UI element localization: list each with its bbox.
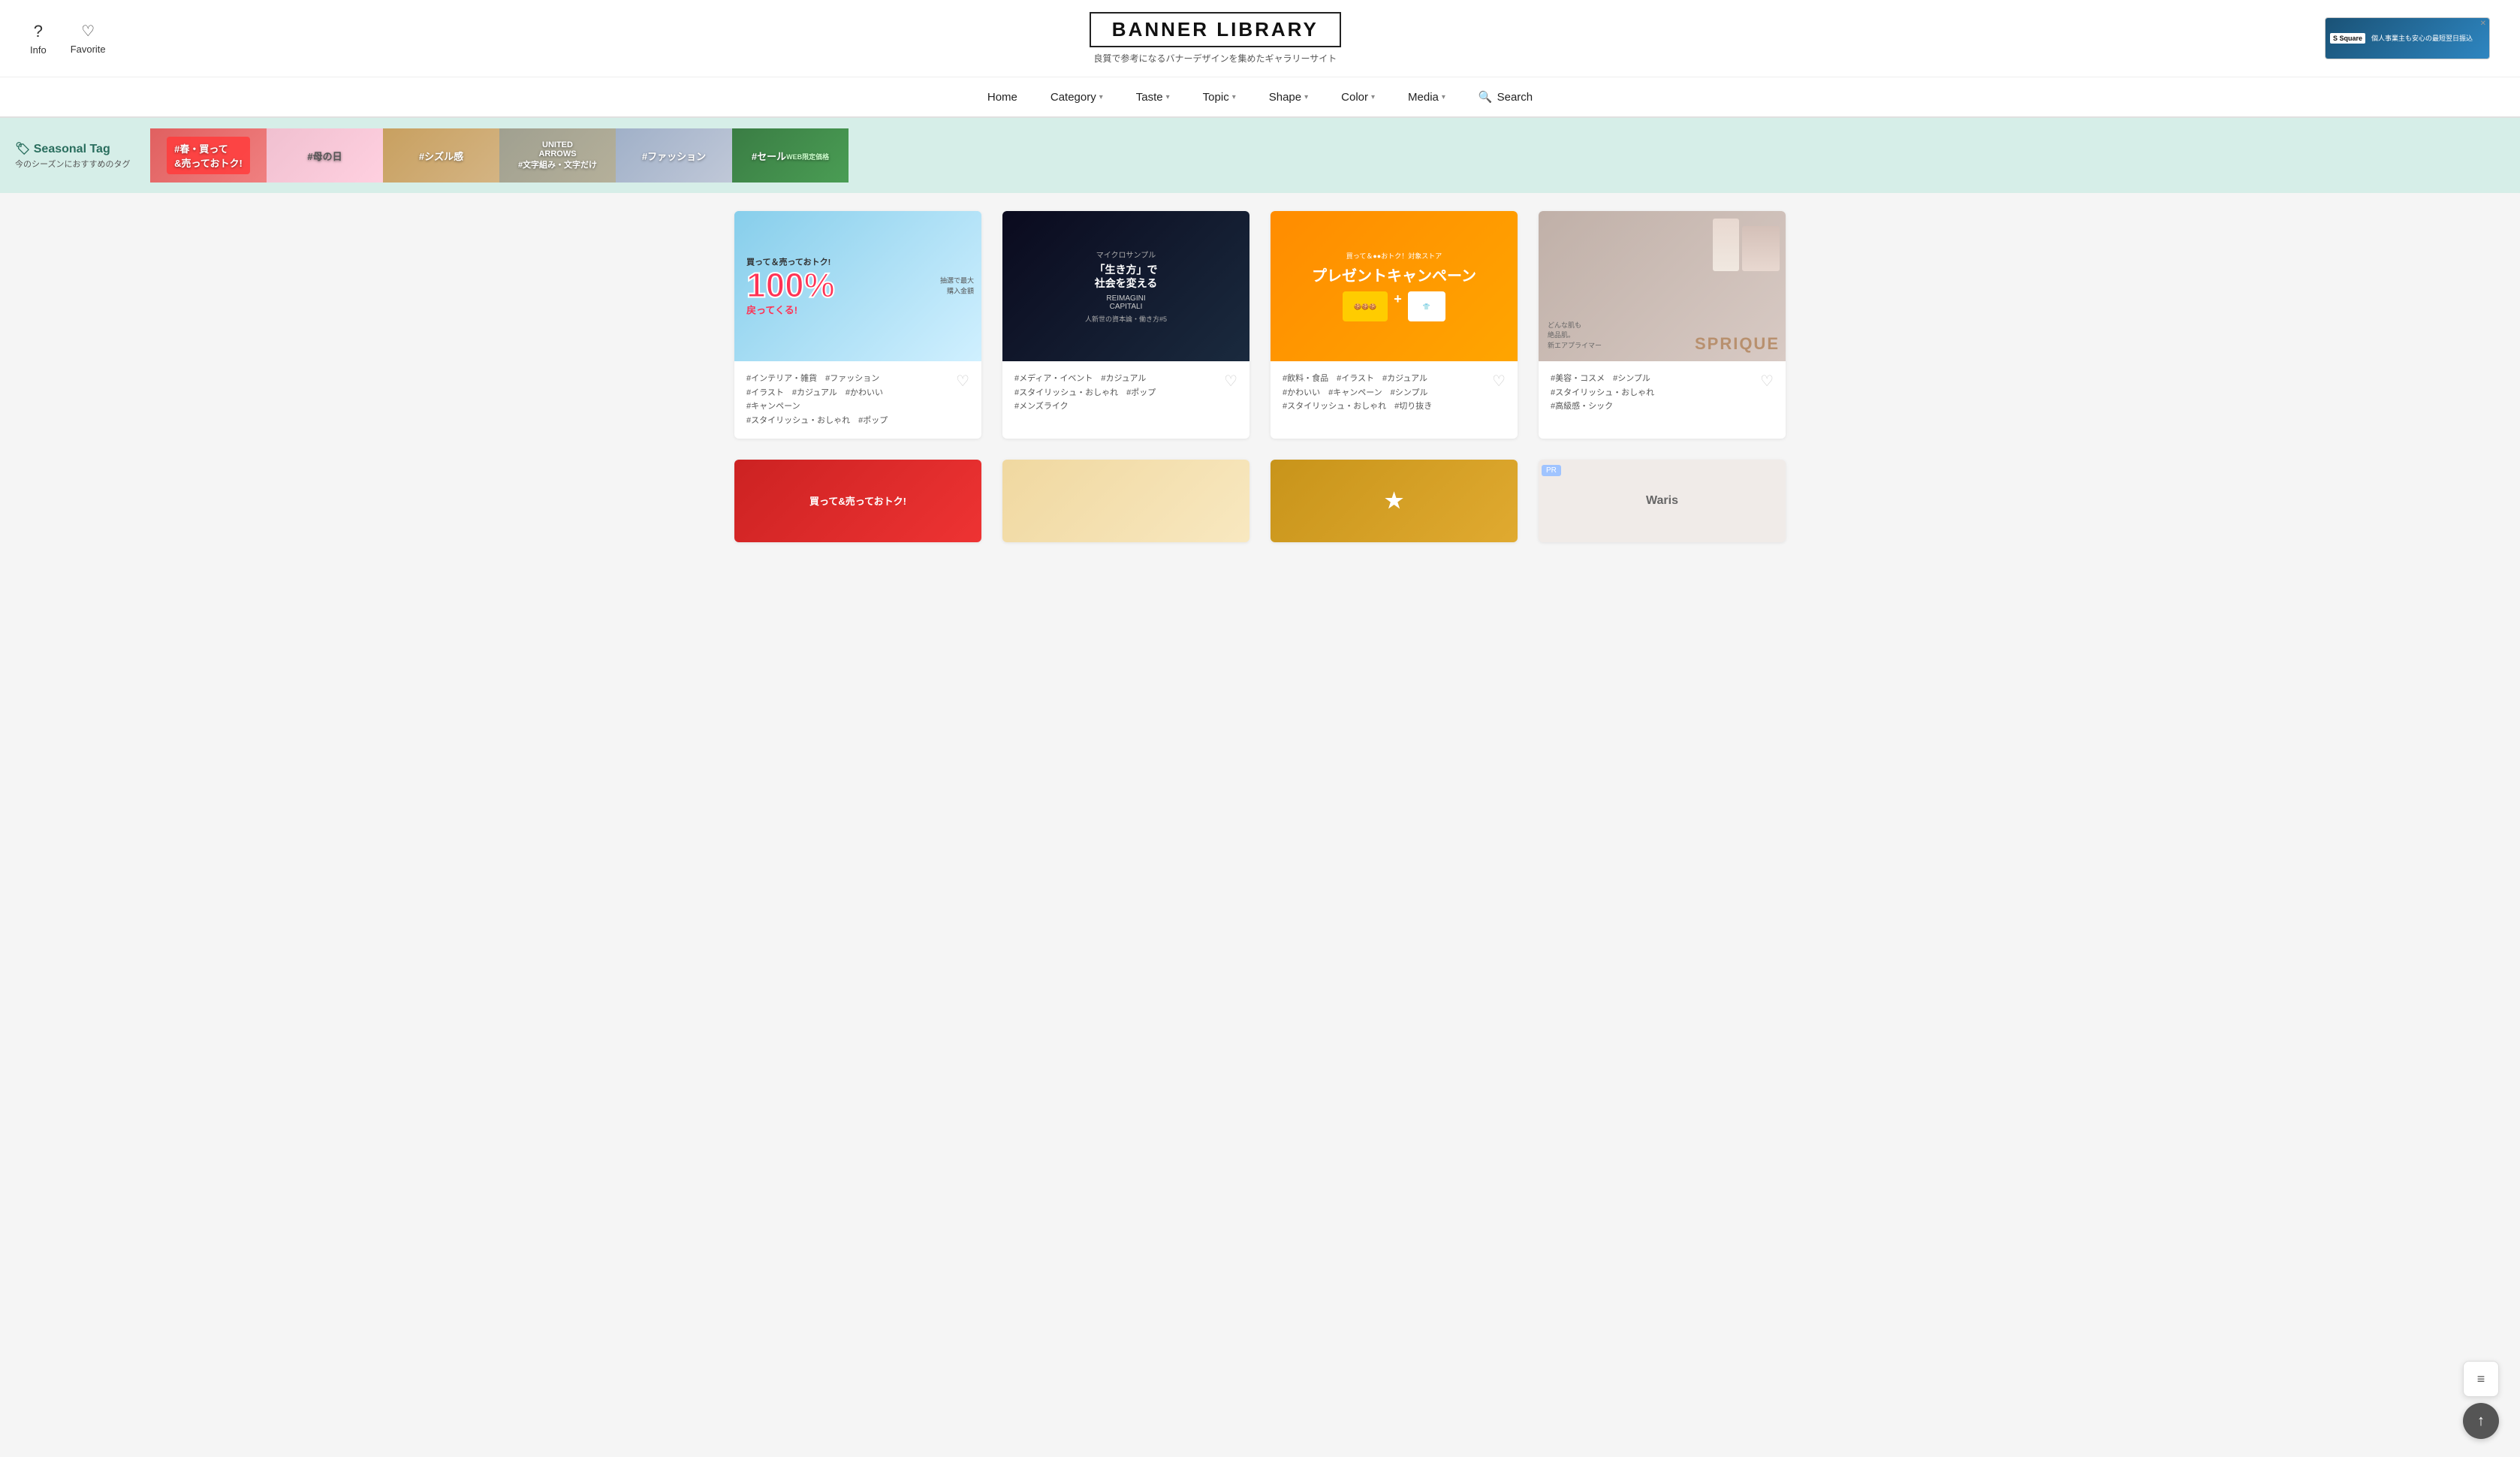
nav-home-label: Home [987, 91, 1017, 104]
nav-home[interactable]: Home [971, 77, 1034, 117]
card-2-body: #メディア・イベント #カジュアル #スタイリッシュ・おしゃれ #ポップ #メン… [1002, 361, 1249, 424]
chevron-down-icon: ▾ [1232, 93, 1236, 101]
info-icon: ? [34, 22, 43, 41]
card-2-tags: #メディア・イベント #カジュアル #スタイリッシュ・おしゃれ #ポップ #メン… [1014, 372, 1218, 414]
card-1-body: #インテリア・雑貨 #ファッション #イラスト #カジュアル #かわいい #キャ… [734, 361, 981, 439]
partial-card-2[interactable] [1002, 460, 1249, 542]
card-4-favorite[interactable]: ♡ [1760, 372, 1774, 391]
main-content: 買って＆売っておトク! 100% 戻ってくる! 抽選で最大購入金額 #インテリア… [0, 193, 2520, 560]
header: ? Info ♡ Favorite BANNER LIBRARY 良質で参考にな… [0, 0, 2520, 77]
favorite-label: Favorite [71, 44, 106, 55]
nav-category-label: Category [1051, 91, 1096, 104]
seasonal-subtitle: 今のシーズンにおすすめのタグ [15, 158, 135, 170]
logo[interactable]: BANNER LIBRARY [1090, 12, 1341, 47]
card-4-image[interactable]: どんな肌も絶品肌。新エアプライマー SPRIQUE [1539, 211, 1786, 361]
header-right: S Square 個人事業主も安心の最短翌日振込 ✕ [2325, 17, 2490, 59]
ad-text: 個人事業主も安心の最短翌日振込 [2371, 34, 2473, 44]
seasonal-tag-2-label: #母の日 [267, 128, 383, 183]
card-2-favorite[interactable]: ♡ [1224, 372, 1237, 391]
ad-banner-inner: S Square 個人事業主も安心の最短翌日振込 [2326, 18, 2489, 59]
card-1-image[interactable]: 買って＆売っておトク! 100% 戻ってくる! 抽選で最大購入金額 [734, 211, 981, 361]
seasonal-tag-4[interactable]: UNITEDARROWS#文字組み・文字だけ [499, 128, 616, 183]
card-3: 買って＆●●おトク！対象ストア プレゼントキャンペーン 🍪🍪🍪 + 👕 #飲料・… [1271, 211, 1518, 439]
seasonal-title: 🏷 Seasonal Tag [15, 141, 135, 156]
card-3-favorite[interactable]: ♡ [1492, 372, 1506, 391]
nav-color-label: Color [1341, 91, 1368, 104]
nav-shape[interactable]: Shape ▾ [1252, 77, 1325, 117]
fab-menu-button[interactable]: ≡ [2463, 1361, 2499, 1397]
partial-card-1[interactable]: 買って&売っておトク! [734, 460, 981, 542]
nav-topic[interactable]: Topic ▾ [1186, 77, 1252, 117]
nav-media[interactable]: Media ▾ [1391, 77, 1462, 117]
seasonal-label: 🏷 Seasonal Tag 今のシーズンにおすすめのタグ [0, 141, 150, 170]
hamburger-icon: ≡ [2477, 1371, 2485, 1387]
card-1: 買って＆売っておトク! 100% 戻ってくる! 抽選で最大購入金額 #インテリア… [734, 211, 981, 439]
info-button[interactable]: ? Info [30, 22, 47, 56]
seasonal-tag-1-label: #春・買って&売っておトク! [150, 128, 267, 183]
seasonal-tag-2[interactable]: #母の日 [267, 128, 383, 183]
partial-card-4[interactable]: PR Waris [1539, 460, 1786, 542]
seasonal-tag-3[interactable]: #シズル感 [383, 128, 499, 183]
card-grid-partial: 買って&売っておトク! ★ PR Waris [734, 460, 1786, 542]
card-grid: 買って＆売っておトク! 100% 戻ってくる! 抽選で最大購入金額 #インテリア… [734, 211, 1786, 439]
tag-items: #春・買って&売っておトク! #母の日 #シズル感 UNITEDARROWS#文… [150, 128, 2520, 183]
ad-banner[interactable]: S Square 個人事業主も安心の最短翌日振込 ✕ [2325, 17, 2490, 59]
seasonal-tag-5-label: #ファッション [616, 128, 732, 183]
seasonal-tag-5[interactable]: #ファッション [616, 128, 732, 183]
seasonal-tag-3-label: #シズル感 [383, 128, 499, 183]
chevron-down-icon: ▾ [1166, 93, 1170, 101]
search-label: Search [1497, 91, 1533, 104]
card-4-tags: #美容・コスメ #シンプル #スタイリッシュ・おしゃれ #高級感・シック [1551, 372, 1754, 414]
card-1-tags: #インテリア・雑貨 #ファッション #イラスト #カジュアル #かわいい #キャ… [746, 372, 950, 428]
nav-shape-label: Shape [1269, 91, 1301, 104]
pr-badge: PR [1542, 463, 1561, 476]
seasonal-bar: 🏷 Seasonal Tag 今のシーズンにおすすめのタグ #春・買って&売って… [0, 118, 2520, 193]
favorite-button[interactable]: ♡ Favorite [71, 22, 106, 55]
square-logo: S Square [2330, 33, 2365, 44]
ad-close-icon[interactable]: ✕ [2480, 20, 2486, 28]
chevron-down-icon: ▾ [1099, 93, 1103, 101]
navbar: Home Category ▾ Taste ▾ Topic ▾ Shape ▾ … [0, 77, 2520, 118]
card-2: マイクロサンプル 「生き方」で社会を変える REIMAGINICAPITALI … [1002, 211, 1249, 439]
chevron-down-icon: ▾ [1442, 93, 1445, 101]
info-label: Info [30, 44, 47, 56]
header-center: BANNER LIBRARY 良質で参考になるバナーデザインを集めたギャラリーサ… [106, 12, 2325, 65]
seasonal-tag-6[interactable]: #セール WEB限定価格 [732, 128, 849, 183]
card-4: どんな肌も絶品肌。新エアプライマー SPRIQUE #美容・コスメ #シンプル … [1539, 211, 1786, 439]
chevron-down-icon: ▾ [1371, 93, 1375, 101]
chevron-down-icon: ▾ [1304, 93, 1308, 101]
card-1-favorite[interactable]: ♡ [956, 372, 969, 391]
search-icon: 🔍 [1479, 90, 1493, 104]
heart-icon: ♡ [81, 22, 95, 41]
logo-subtitle: 良質で参考になるバナーデザインを集めたギャラリーサイト [106, 52, 2325, 65]
search-button[interactable]: 🔍 Search [1462, 90, 1549, 104]
card-4-body: #美容・コスメ #シンプル #スタイリッシュ・おしゃれ #高級感・シック ♡ [1539, 361, 1786, 424]
nav-topic-label: Topic [1203, 91, 1229, 104]
header-left: ? Info ♡ Favorite [30, 22, 106, 56]
arrow-up-icon: ↑ [2477, 1413, 2485, 1430]
card-3-tags: #飲料・食品 #イラスト #カジュアル #かわいい #キャンペーン #シンプル … [1283, 372, 1486, 414]
seasonal-tag-4-label: UNITEDARROWS#文字組み・文字だけ [499, 128, 616, 183]
nav-color[interactable]: Color ▾ [1325, 77, 1391, 117]
card-3-image[interactable]: 買って＆●●おトク！対象ストア プレゼントキャンペーン 🍪🍪🍪 + 👕 [1271, 211, 1518, 361]
nav-taste-label: Taste [1136, 91, 1163, 104]
partial-card-3[interactable]: ★ [1271, 460, 1518, 542]
card-3-body: #飲料・食品 #イラスト #カジュアル #かわいい #キャンペーン #シンプル … [1271, 361, 1518, 424]
scroll-to-top-button[interactable]: ↑ [2463, 1403, 2499, 1439]
nav-taste[interactable]: Taste ▾ [1120, 77, 1186, 117]
card-2-image[interactable]: マイクロサンプル 「生き方」で社会を変える REIMAGINICAPITALI … [1002, 211, 1249, 361]
nav-category[interactable]: Category ▾ [1034, 77, 1120, 117]
nav-media-label: Media [1408, 91, 1439, 104]
seasonal-tag-1[interactable]: #春・買って&売っておトク! [150, 128, 267, 183]
seasonal-tag-6-label: #セール WEB限定価格 [732, 128, 849, 183]
